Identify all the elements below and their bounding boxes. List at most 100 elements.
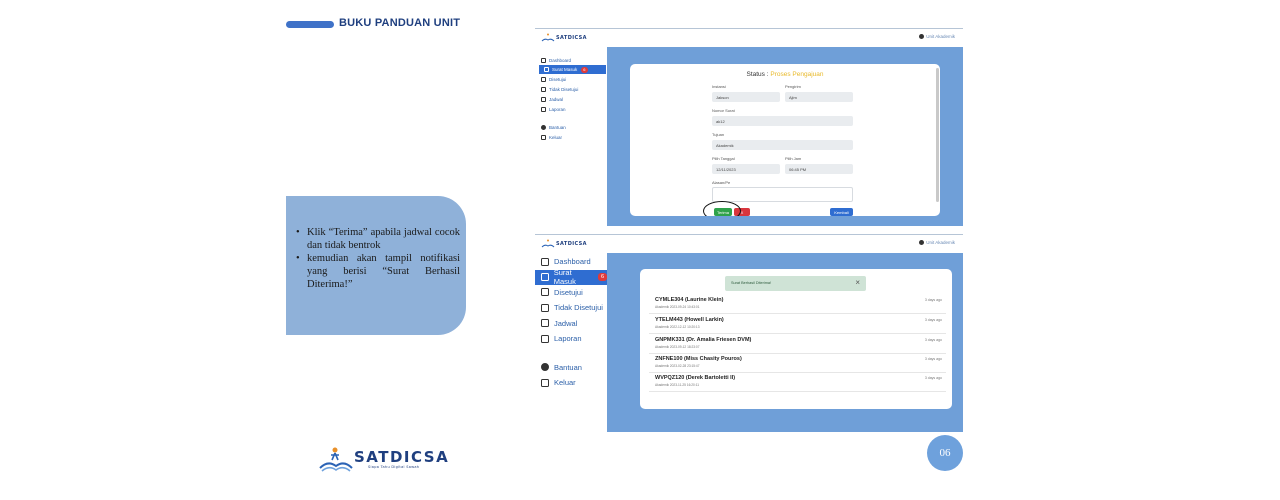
sidebar: Dashboard Surat Masuk 6 Disetujui Tidak D… [535,253,607,433]
help-icon [541,363,549,372]
unread-badge: 6 [597,273,607,281]
logout-icon [541,134,546,140]
notification-text: Surat Berhasil Diterima! [731,281,772,285]
nomor-surat-label: Nomor Surat [712,108,735,113]
user-icon [919,34,925,40]
sidebar-item-keluar[interactable]: Keluar [535,375,607,391]
letter-time: 3 days ago [924,376,942,380]
sidebar-item-bantuan[interactable]: Bantuan [535,122,607,132]
pengirim-field[interactable]: Ajim [785,92,853,102]
status-title: Status : Proses Pengajuan [746,71,824,78]
inbox-icon [544,67,549,72]
footer-brand-tagline: Siapa Tahu Digital Sawah [368,465,420,469]
sidebar-item-disetujui[interactable]: Disetujui [535,285,607,301]
dashboard-icon [541,257,549,266]
sidebar-item-tidak-disetujui[interactable]: Tidak Disetujui [535,300,607,316]
nomor-surat-field[interactable]: ak12 [712,116,853,126]
list-item[interactable]: ZNFNE100 (Miss Chasity Pouros) Akademik … [649,354,946,373]
footer-brand-name: SATDICSA [354,448,450,466]
satdicsa-logo-icon [319,447,353,472]
dashboard-icon [541,57,546,63]
letter-title: WVPQZ120 (Derek Bartoletti II) [655,375,736,381]
sidebar-item-dashboard[interactable]: Dashboard [535,55,607,65]
alasan-textarea[interactable] [712,187,853,202]
inbox-icon [541,273,549,281]
inbox-card: Surat Berhasil Diterima! × CYMLE304 (Lau… [640,269,952,409]
list-item[interactable]: GNPMK331 (Dr. Amalia Friesen DVM) Akadem… [649,335,946,354]
reject-doc-icon [541,86,546,92]
alasan-label: Alasan/Pe [712,180,731,185]
footer-logo: SATDICSA Siapa Tahu Digital Sawah [318,446,448,476]
sidebar-item-surat-masuk[interactable]: Surat Masuk 6 [539,65,606,74]
app-brand[interactable]: SATDICSA [541,33,591,43]
report-icon [541,106,546,112]
letter-title: GNPMK331 (Dr. Amalia Friesen DVM) [655,337,752,343]
letter-title: ZNFNE100 (Miss Chasity Pouros) [655,356,742,362]
screenshot-status-form: SATDICSA Unit Akademik Dashboard Surat M… [535,28,963,227]
success-notification: Surat Berhasil Diterima! × [725,276,866,291]
sidebar-item-tidak-disetujui[interactable]: Tidak Disetujui [535,84,607,94]
pengirim-label: Pengirim [785,84,801,89]
page-number: 06 [927,435,963,471]
app-topbar: SATDICSA Unit Akademik [535,235,963,253]
calendar-icon [541,96,546,102]
list-item[interactable]: YTELM443 (Howell Larkin) Akademik 2022-1… [649,315,946,334]
sidebar-item-jadwal[interactable]: Jadwal [535,94,607,104]
instruction-item: kemudian akan tampil notifikasi yang ber… [294,252,460,291]
card-scrollbar[interactable] [936,68,939,202]
tujuan-field[interactable]: Akademik [712,140,853,150]
app-topbar: SATDICSA Unit Akademik [535,29,963,47]
jam-label: Pilih Jam [785,156,802,161]
app-logo-icon [541,239,555,248]
instansi-field[interactable]: Jakson [712,92,780,102]
letter-time: 3 days ago [924,298,942,302]
user-name: Unit Akademik [926,240,955,245]
calendar-icon [541,319,549,328]
sidebar-item-laporan[interactable]: Laporan [535,331,607,347]
sidebar-item-laporan[interactable]: Laporan [535,104,607,114]
list-item[interactable]: CYMLE304 (Laurine Klein) Akademik 2023-0… [649,295,946,314]
sidebar-item-bantuan[interactable]: Bantuan [535,360,607,376]
letter-title: CYMLE304 (Laurine Klein) [655,297,724,303]
user-menu[interactable]: Unit Akademik [919,34,955,40]
status-value: Proses Pengajuan [770,71,824,78]
app-brand-name: SATDICSA [556,241,587,247]
highlight-circle [703,201,741,216]
app-brand-name: SATDICSA [556,35,587,41]
kembali-button[interactable]: Kembali [830,208,853,216]
letter-meta: Akademik 2023-02-28 23:15:47 [655,364,700,368]
letter-meta: Akademik 2023-09-24 10:43:01 [655,305,700,309]
report-icon [541,334,549,343]
close-icon[interactable]: × [855,278,860,287]
app-brand[interactable]: SATDICSA [541,239,591,249]
user-name: Unit Akademik [926,34,955,39]
user-menu[interactable]: Unit Akademik [919,240,955,246]
sidebar: Dashboard Surat Masuk 6 Disetujui Tidak D… [535,47,607,227]
header-accent-bar [286,21,334,28]
user-icon [919,240,925,246]
reject-doc-icon [541,303,549,312]
logout-icon [541,378,549,387]
tujuan-label: Tujuan [712,132,725,137]
sidebar-item-surat-masuk[interactable]: Surat Masuk 6 [535,268,607,286]
instruction-item: Klik “Terima” apabila jadwal cocok dan t… [294,226,460,252]
letter-time: 3 days ago [924,338,942,342]
check-doc-icon [541,76,546,82]
letter-meta: Akademik 2022-12-12 10:20:13 [655,325,700,329]
help-icon [541,124,546,130]
letter-time: 3 days ago [924,318,942,322]
sidebar-item-jadwal[interactable]: Jadwal [535,316,607,332]
sidebar-item-disetujui[interactable]: Disetujui [535,74,607,84]
jam-field[interactable]: 06:45 PM [785,164,853,174]
page-header-title: BUKU PANDUAN UNIT [339,17,461,29]
unread-badge: 6 [581,66,588,73]
tanggal-field[interactable]: 12/11/2023 [712,164,780,174]
letter-meta: Akademik 2023-09-12 18:23:07 [655,345,700,349]
tanggal-label: Pilih Tanggal [712,156,735,161]
letter-meta: Akademik 2023-11-25 16:20:11 [655,383,700,387]
sidebar-item-keluar[interactable]: Keluar [535,132,607,142]
screenshot-inbox-list: SATDICSA Unit Akademik Dashboard Surat M… [535,234,963,433]
status-card: Status : Proses Pengajuan Instansi Jakso… [630,64,940,216]
list-item[interactable]: WVPQZ120 (Derek Bartoletti II) Akademik … [649,373,946,392]
check-doc-icon [541,288,549,297]
